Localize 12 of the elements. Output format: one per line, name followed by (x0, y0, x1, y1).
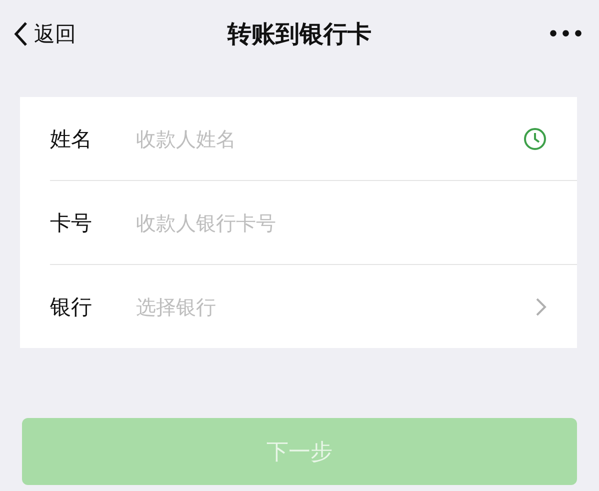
more-button[interactable]: ••• (547, 24, 585, 44)
field-label: 卡号 (50, 210, 93, 236)
chevron-icon (535, 296, 547, 316)
input-field[interactable]: 选择银行 (136, 294, 535, 318)
back-icon (14, 21, 28, 47)
input-field[interactable]: 收款人银行卡号 (136, 210, 547, 234)
page-title: 转账到银行卡 (228, 19, 372, 50)
input-field[interactable]: 收款人姓名 (136, 126, 523, 150)
clock-icon[interactable] (523, 126, 547, 150)
back-button[interactable]: 返回 (14, 20, 76, 48)
field-label: 姓名 (50, 126, 93, 152)
field-label: 银行 (50, 294, 93, 320)
